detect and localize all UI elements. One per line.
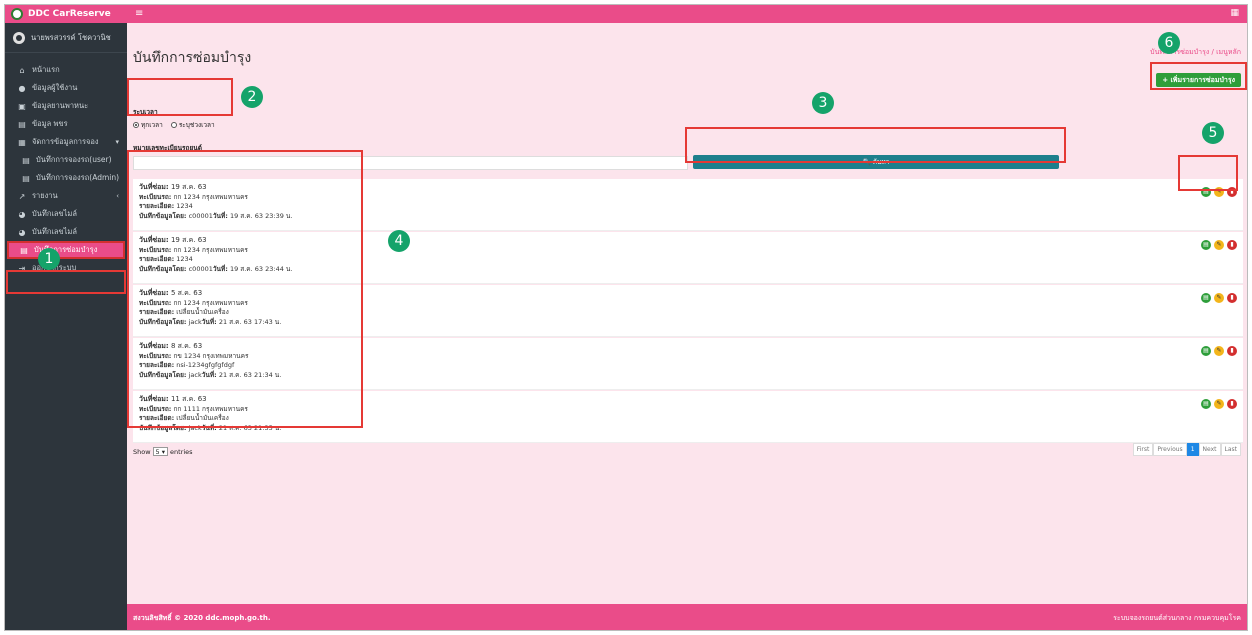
mileage-icon: ◕ <box>18 227 26 237</box>
card-icon: ▤ <box>18 119 26 129</box>
edit-button[interactable]: ✎ <box>1214 240 1224 250</box>
sidebar-item-label: ข้อมูล พขร <box>32 119 68 128</box>
radio-unchecked-icon <box>170 122 177 128</box>
footer: สงวนลิขสิทธิ์ © 2020 ddc.moph.go.th. ระบ… <box>127 604 1247 630</box>
highlight-box-1 <box>6 270 126 294</box>
user-panel: นายพรสวรรค์ โชควานิช <box>5 23 127 53</box>
sidebar-item-label: บันทึกการจองรถ(user) <box>36 155 112 164</box>
row-actions: ▤ ✎ ▮ <box>1201 399 1237 409</box>
sidebar-item-booking-admin[interactable]: ▤ บันทึกการจองรถ(Admin) <box>5 169 127 187</box>
brand[interactable]: DDC CarReserve <box>5 5 127 23</box>
edit-button[interactable]: ✎ <box>1214 346 1224 356</box>
page-last[interactable]: Last <box>1220 443 1241 456</box>
sidebar-item-vehicles[interactable]: ▣ ข้อมูลยานพาหนะ <box>5 97 127 115</box>
brand-name: DDC CarReserve <box>28 9 111 19</box>
ddc-logo-icon <box>11 8 23 20</box>
menu-toggle-icon[interactable]: ≡ <box>135 8 143 19</box>
highlight-box-6 <box>1150 62 1247 90</box>
grid-menu-icon[interactable]: ▦ <box>1230 8 1239 18</box>
row-actions: ▤ ✎ ▮ <box>1201 240 1237 250</box>
delete-button[interactable]: ▮ <box>1227 240 1237 250</box>
annotation-badge-3: 3 <box>812 92 834 114</box>
chart-icon: ↗ <box>18 191 26 201</box>
calendar-icon: ▦ <box>18 137 26 147</box>
sidebar-item-home[interactable]: ⌂ หน้าแรก <box>5 61 127 79</box>
highlight-box-4 <box>127 150 363 428</box>
page-previous[interactable]: Previous <box>1153 443 1187 456</box>
sidebar-item-report[interactable]: ↗ รายงาน ‹ <box>5 187 127 205</box>
sidebar-item-label: จัดการข้อมูลการจอง <box>32 137 99 146</box>
pagination: First Previous 1 Next Last <box>1132 443 1241 456</box>
entries-control: Show 5 ▾ entries <box>133 447 193 456</box>
show-label: Show <box>133 447 151 456</box>
sidebar-item-mileage-2[interactable]: ◕ บันทึกเลขไมล์ <box>5 223 127 241</box>
delete-button[interactable]: ▮ <box>1227 399 1237 409</box>
radio-label: ระบุช่วงเวลา <box>178 121 215 129</box>
page-next[interactable]: Next <box>1198 443 1221 456</box>
radio-all-time[interactable]: ทุกเวลา <box>133 120 163 130</box>
sidebar-item-label: บันทึกเลขไมล์ <box>32 209 77 218</box>
chevron-down-icon: ▾ <box>115 138 119 146</box>
radio-label: ทุกเวลา <box>141 121 163 129</box>
page-current[interactable]: 1 <box>1186 443 1199 456</box>
avatar <box>13 31 25 44</box>
annotation-badge-5: 5 <box>1202 122 1224 144</box>
highlight-box-5 <box>1178 155 1238 191</box>
view-button[interactable]: ▤ <box>1201 293 1211 303</box>
sidebar-item-booking-user[interactable]: ▤ บันทึกการจองรถ(user) <box>5 151 127 169</box>
sidebar: DDC CarReserve นายพรสวรรค์ โชควานิช ⌂ หน้… <box>5 5 127 630</box>
sidebar-item-label: บันทึกการจองรถ(Admin) <box>36 173 120 182</box>
highlight-box-2 <box>127 78 233 116</box>
mileage-icon: ◕ <box>18 209 26 219</box>
chevron-left-icon: ‹ <box>116 192 119 200</box>
annotation-badge-1: 1 <box>38 248 60 270</box>
edit-button[interactable]: ✎ <box>1214 293 1224 303</box>
entries-label: entries <box>170 447 193 456</box>
home-icon: ⌂ <box>19 65 25 75</box>
highlight-box-3 <box>685 127 1066 163</box>
view-button[interactable]: ▤ <box>1201 240 1211 250</box>
annotation-badge-2: 2 <box>241 86 263 108</box>
page-first[interactable]: First <box>1132 443 1154 456</box>
edit-button[interactable]: ✎ <box>1214 399 1224 409</box>
page-title: บันทึกการซ่อมบำรุง <box>133 50 252 66</box>
annotation-badge-6: 6 <box>1158 32 1180 54</box>
sidebar-item-mileage-1[interactable]: ◕ บันทึกเลขไมล์ <box>5 205 127 223</box>
sidebar-item-drivers[interactable]: ▤ ข้อมูล พขร <box>5 115 127 133</box>
footer-copyright: สงวนลิขสิทธิ์ © 2020 ddc.moph.go.th. <box>133 614 271 622</box>
row-actions: ▤ ✎ ▮ <box>1201 293 1237 303</box>
sidebar-item-label: บันทึกเลขไมล์ <box>32 227 77 236</box>
row-actions: ▤ ✎ ▮ <box>1201 346 1237 356</box>
car-icon: ▣ <box>18 101 26 111</box>
user-name: นายพรสวรรค์ โชควานิช <box>31 32 111 42</box>
annotation-badge-4: 4 <box>388 230 410 252</box>
sidebar-item-label: ข้อมูลยานพาหนะ <box>32 101 89 110</box>
sidebar-item-label: รายงาน <box>32 191 58 200</box>
entries-select[interactable]: 5 ▾ <box>152 447 169 456</box>
list-icon: ▤ <box>22 155 30 165</box>
view-button[interactable]: ▤ <box>1201 346 1211 356</box>
user-icon: ● <box>18 83 26 93</box>
view-button[interactable]: ▤ <box>1201 399 1211 409</box>
sidebar-item-label: ข้อมูลผู้ใช้งาน <box>32 83 78 92</box>
sidebar-item-users[interactable]: ● ข้อมูลผู้ใช้งาน <box>5 79 127 97</box>
radio-date-range[interactable]: ระบุช่วงเวลา <box>170 120 215 130</box>
delete-button[interactable]: ▮ <box>1227 293 1237 303</box>
entries-value: 5 <box>155 447 160 456</box>
list-icon: ▤ <box>22 173 30 183</box>
top-bar: ≡ ▦ <box>127 5 1247 23</box>
wrench-icon: ▤ <box>20 245 28 255</box>
sidebar-item-booking-manage[interactable]: ▦ จัดการข้อมูลการจอง ▾ <box>5 133 127 151</box>
delete-button[interactable]: ▮ <box>1227 346 1237 356</box>
footer-system-name: ระบบจองรถยนต์ส่วนกลาง กรมควบคุมโรค <box>1113 614 1241 622</box>
sidebar-item-label: หน้าแรก <box>32 65 60 74</box>
radio-checked-icon <box>133 122 139 128</box>
sidebar-item-maintenance[interactable]: ▤ บันทึกการซ่อมบำรุง <box>7 241 125 259</box>
sidebar-nav: ⌂ หน้าแรก ● ข้อมูลผู้ใช้งาน ▣ ข้อมูลยานพาหน… <box>5 53 127 277</box>
